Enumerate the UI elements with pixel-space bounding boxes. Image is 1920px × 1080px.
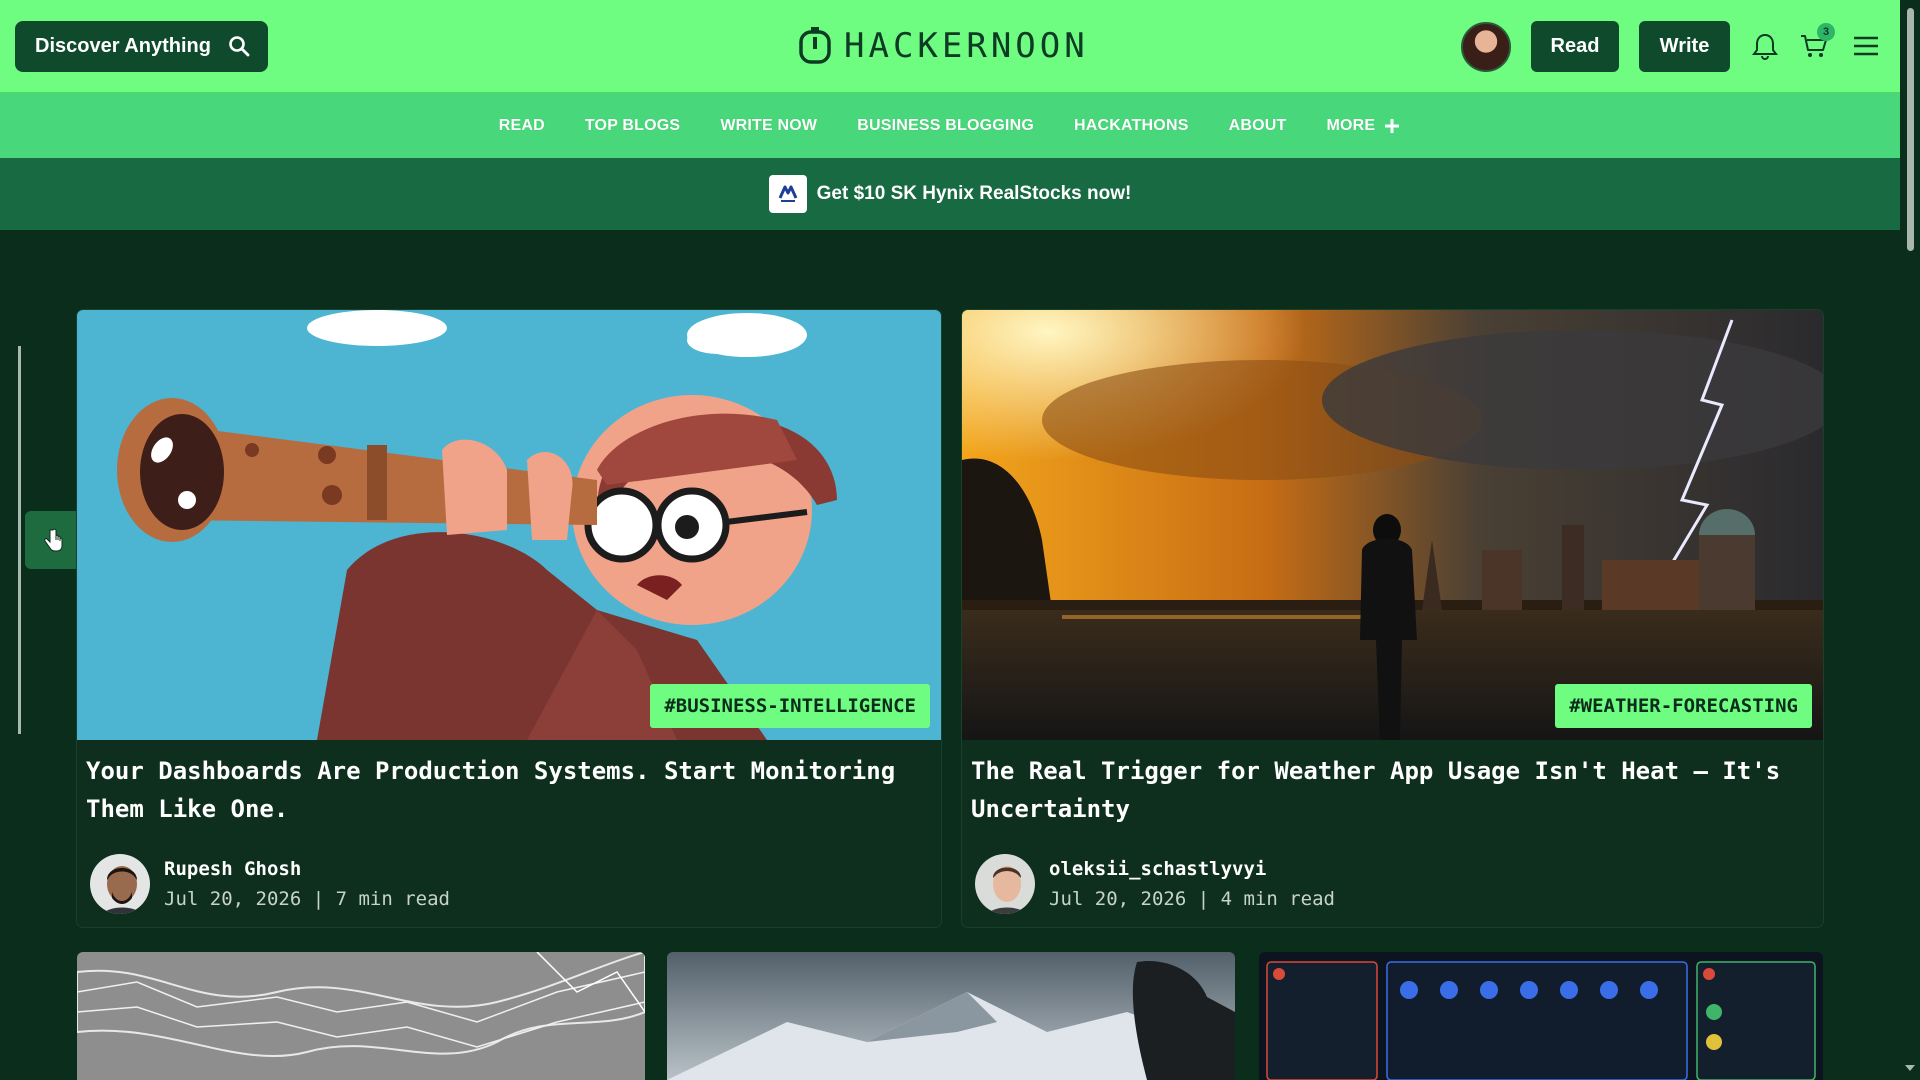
article-thumbnail-weather-forecasting[interactable]: #WEATHER-FORECASTING	[962, 310, 1823, 740]
nav-more-label: MORE	[1326, 116, 1376, 134]
article-tag[interactable]: #WEATHER-FORECASTING	[1555, 684, 1812, 728]
article-title[interactable]: Your Dashboards Are Production Systems. …	[86, 752, 931, 828]
article-thumbnail-business-intelligence[interactable]: #BUSINESS-INTELLIGENCE	[77, 310, 941, 740]
hamburger-menu-icon[interactable]	[1850, 30, 1882, 62]
author-name[interactable]: Rupesh Ghosh	[164, 858, 301, 880]
author-avatar[interactable]	[88, 852, 152, 916]
author-avatar[interactable]	[973, 852, 1037, 916]
article-tag[interactable]: #BUSINESS-INTELLIGENCE	[650, 684, 930, 728]
author-photo	[975, 854, 1035, 914]
article-thumbnail-mountain[interactable]	[667, 952, 1235, 1080]
bell-icon[interactable]	[1749, 30, 1781, 62]
infographic-image	[1259, 952, 1823, 1080]
article-card[interactable]: #WEATHER-FORECASTING The Real Trigger fo…	[962, 310, 1823, 927]
logo-text: HACKERNOON	[844, 26, 1089, 66]
nav-item-write-now[interactable]: WRITE NOW	[700, 117, 837, 135]
article-meta: Jul 20, 2026 | 7 min read	[164, 888, 450, 910]
article-title[interactable]: The Real Trigger for Weather App Usage I…	[971, 752, 1816, 828]
nav-item-read[interactable]: READ	[479, 117, 565, 135]
author-name[interactable]: oleksii_schastlyvyi	[1049, 858, 1266, 880]
sk-hynix-mark-icon	[778, 185, 798, 202]
mountain-hiker-image	[667, 952, 1235, 1080]
scroll-down-arrow-icon[interactable]	[1904, 1063, 1916, 1073]
search-icon	[229, 36, 250, 57]
article-meta: Jul 20, 2026 | 4 min read	[1049, 888, 1335, 910]
hand-pointer-icon	[44, 528, 63, 552]
write-button[interactable]: Write	[1639, 21, 1730, 72]
storm-city-photo	[962, 310, 1823, 740]
nav-item-more[interactable]: MORE	[1306, 117, 1421, 135]
promo-banner[interactable]: Get $10 SK Hynix RealStocks now!	[0, 158, 1900, 230]
promo-text: Get $10 SK Hynix RealStocks now!	[816, 183, 1132, 204]
wireframe-terrain-image	[77, 952, 645, 1080]
side-rail	[18, 346, 21, 734]
nav-item-business-blogging[interactable]: BUSINESS BLOGGING	[837, 117, 1054, 135]
side-panel-toggle[interactable]	[25, 511, 81, 569]
read-button[interactable]: Read	[1531, 21, 1619, 72]
plus-icon	[1385, 118, 1400, 133]
cart-count-badge: 3	[1817, 23, 1835, 41]
author-photo	[90, 854, 150, 914]
nav-item-about[interactable]: ABOUT	[1209, 117, 1307, 135]
page-scrollbar-thumb[interactable]	[1907, 8, 1914, 251]
article-thumbnail-wireframe[interactable]	[77, 952, 645, 1080]
article-thumbnail-infographic[interactable]	[1259, 952, 1823, 1080]
main-nav: READ TOP BLOGS WRITE NOW BUSINESS BLOGGI…	[0, 93, 1900, 158]
user-avatar[interactable]	[1461, 22, 1511, 72]
discover-search-button[interactable]: Discover Anything	[15, 21, 268, 72]
nav-item-top-blogs[interactable]: TOP BLOGS	[565, 117, 700, 135]
sk-hynix-logo	[768, 175, 807, 213]
top-header: Discover Anything HACKERNOON Read Write …	[0, 0, 1900, 93]
spyglass-illustration	[77, 310, 941, 740]
nav-item-hackathons[interactable]: HACKATHONS	[1054, 117, 1209, 135]
logo-icon	[799, 27, 831, 64]
article-card[interactable]: #BUSINESS-INTELLIGENCE Your Dashboards A…	[77, 310, 941, 927]
discover-label: Discover Anything	[35, 35, 211, 57]
hackernoon-logo[interactable]: HACKERNOON	[796, 25, 1089, 67]
